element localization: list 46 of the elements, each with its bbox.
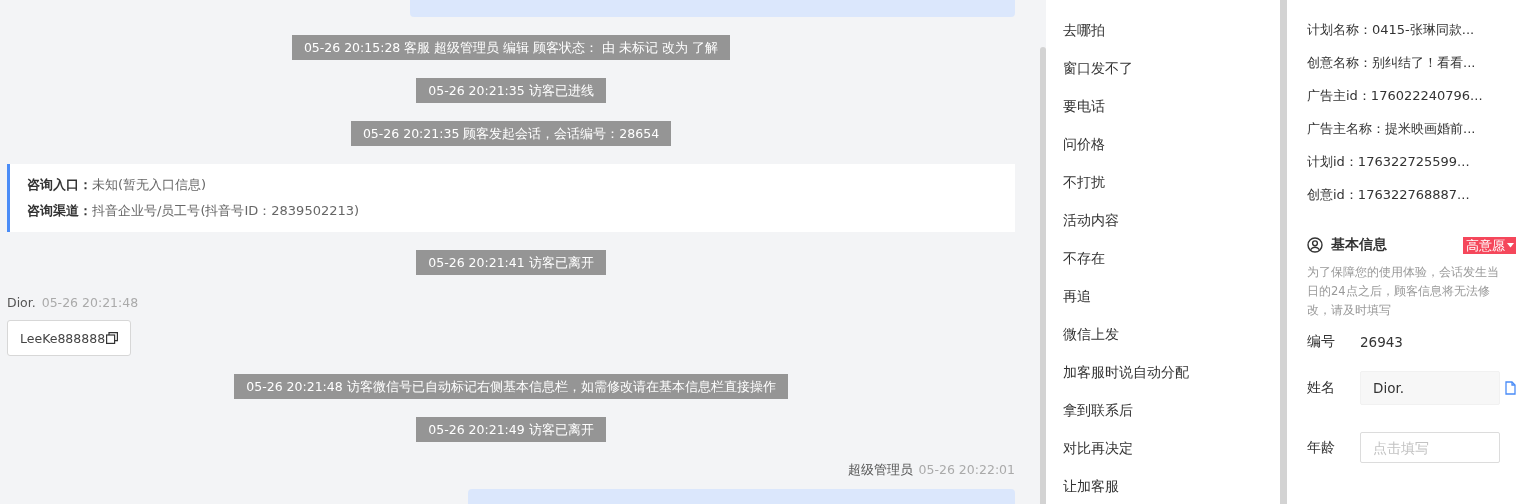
caret-icon [1507,242,1514,248]
scrollbar-thumb[interactable] [1280,0,1287,504]
system-notice: 05-26 20:21:49 访客已离开 [416,417,606,442]
quick-reply-item[interactable]: 加客服时说自动分配 [1046,353,1280,391]
ad-info-line: 广告主名称：提米映画婚前... [1307,120,1477,138]
quick-reply-item[interactable]: 不打扰 [1046,163,1280,201]
quick-reply-item[interactable]: 微信上发 [1046,315,1280,353]
sender-name: Dior. [7,295,36,310]
field-label: 编号 [1307,333,1336,351]
quick-reply-item[interactable]: 再追 [1046,277,1280,315]
field-label: 姓名 [1307,379,1336,397]
quick-reply-item[interactable]: 让加客服 [1046,467,1280,504]
name-field[interactable]: Dior. [1360,371,1500,405]
field-value: 26943 [1360,334,1403,350]
user-circle-icon [1307,237,1323,253]
system-notice: 05-26 20:21:48 访客微信号已自动标记右侧基本信息栏，如需修改请在基本信息栏直接操作 [234,374,788,399]
notice-text: 为了保障您的使用体验，会话发生当日的24点之后，顾客信息将无法修改，请及时填写 [1307,264,1500,319]
system-notice: 05-26 20:15:28 客服 超级管理员 编辑 顾客状态： 由 未标记 改为 了解 [291,35,731,60]
quick-reply-item[interactable]: 拿到联系后 [1046,391,1280,429]
intent-dropdown[interactable]: 高意愿 [1463,236,1516,254]
message-time: 05-26 20:21:48 [41,295,139,310]
scrollbar-thumb[interactable] [1040,47,1046,504]
quick-reply-item[interactable]: 窗口发不了 [1046,49,1280,87]
input-field[interactable]: 点击填写 [1360,432,1500,463]
ad-info-line: 创意名称：别纠结了！看看... [1307,54,1477,72]
field-label: 年龄 [1307,438,1336,457]
quick-reply-item[interactable]: 活动内容 [1046,201,1280,239]
copy-icon[interactable] [106,332,119,344]
sender-name: 超级管理员 [847,462,913,479]
ad-info-line: 创意id：176322768887... [1307,186,1471,204]
message-text: LeeKe888888 [20,330,106,346]
system-notice: 05-26 20:21:35 访客已进线 [416,78,606,103]
source-info-line: 咨询渠道：抖音企业号/员工号(抖音号ID：2839502213) [27,202,361,220]
quick-reply-item[interactable]: 要电话 [1046,87,1280,125]
quick-reply-item[interactable]: 对比再决定 [1046,429,1280,467]
quick-reply-item[interactable]: 不存在 [1046,239,1280,277]
ad-info-line: 广告主id：176022240796... [1307,87,1484,105]
system-notice: 05-26 20:21:41 访客已离开 [416,250,606,275]
quick-reply-item[interactable]: 去哪拍 [1046,11,1280,49]
ad-info-line: 计划名称：0415-张琳同款... [1307,21,1476,39]
quick-reply-item[interactable]: 问价格 [1046,125,1280,163]
ad-info-line: 计划id：176322725599... [1307,153,1471,171]
section-title: 基本信息 [1331,236,1388,254]
system-notice: 05-26 20:21:35 顾客发起会话，会话编号：28654 [350,121,672,146]
source-info-line: 咨询入口：未知(暂无入口信息) [27,176,208,194]
message-time: 05-26 20:22:01 [918,462,1015,479]
